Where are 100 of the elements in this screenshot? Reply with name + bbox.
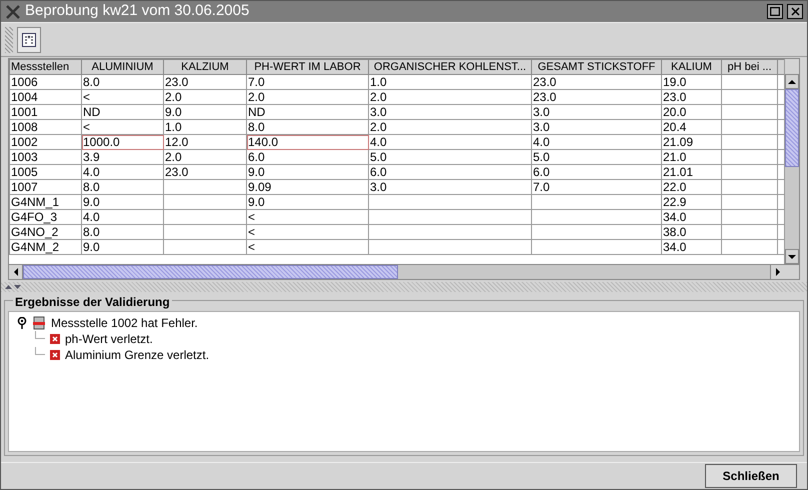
- table-cell: <: [246, 240, 368, 254]
- scrollbar-corner: [785, 59, 799, 74]
- table-cell: 6.0: [532, 164, 662, 180]
- table-cell: ND: [82, 104, 164, 120]
- table-cell: 3.0: [532, 120, 662, 134]
- close-icon: [790, 7, 800, 16]
- table-cell: 5.0: [532, 150, 662, 164]
- tree-item[interactable]: Aluminium Grenze verletzt.: [65, 346, 210, 364]
- table-cell: 7.0: [532, 180, 662, 194]
- empty-cell: [722, 104, 778, 120]
- table-cell: 4.0: [532, 134, 662, 150]
- error-cell: 140.0: [246, 134, 368, 150]
- vertical-scrollbar[interactable]: [784, 59, 799, 264]
- column-header[interactable]: KALZIUM: [164, 60, 246, 74]
- table-cell: 4.0: [82, 210, 164, 224]
- empty-cell: [722, 194, 778, 210]
- table-cell: 23.0: [164, 74, 246, 90]
- table-cell: G4NM_1: [10, 194, 82, 210]
- close-button[interactable]: [787, 4, 803, 19]
- document-icon: [32, 316, 46, 330]
- tree-item[interactable]: Messstelle 1002 hat Fehler.: [51, 314, 198, 332]
- table-cell: <: [246, 210, 368, 224]
- toolbar-grip[interactable]: [5, 26, 13, 52]
- error-icon: [50, 334, 60, 344]
- table-cell: 22.9: [662, 194, 722, 210]
- table-cell: 34.0: [662, 240, 722, 254]
- table-cell: 3.0: [368, 104, 532, 120]
- table-cell: 23.0: [662, 90, 722, 104]
- table-cell: 4.0: [368, 134, 532, 150]
- table-cell: 1008: [10, 120, 82, 134]
- table-cell: <: [82, 120, 164, 134]
- table-cell: 1005: [10, 164, 82, 180]
- table-cell: 8.0: [246, 120, 368, 134]
- table-cell: 1004: [10, 90, 82, 104]
- empty-cell: [722, 74, 778, 90]
- column-header[interactable]: Messstellen: [10, 60, 82, 74]
- table-cell: 21.0: [662, 150, 722, 164]
- table-cell: 1003: [10, 150, 82, 164]
- empty-cell: [722, 180, 778, 194]
- expanded-handle-icon[interactable]: [17, 317, 27, 329]
- scroll-right-button[interactable]: [770, 265, 784, 279]
- tree-item[interactable]: ph-Wert verletzt.: [65, 330, 153, 348]
- empty-cell: [722, 240, 778, 254]
- table-cell: G4FO_3: [10, 210, 82, 224]
- table-cell: 8.0: [82, 74, 164, 90]
- table-cell: 23.0: [532, 74, 662, 90]
- close-dialog-button[interactable]: Schließen: [705, 464, 797, 488]
- right-arrow-icon: [776, 268, 780, 276]
- table-cell: 9.0: [82, 240, 164, 254]
- table-cell: 9.0: [82, 194, 164, 210]
- scroll-thumb[interactable]: [23, 265, 398, 279]
- table-cell: 6.0: [246, 150, 368, 164]
- toolbar-button[interactable]: [17, 26, 41, 52]
- scroll-left-button[interactable]: [9, 265, 23, 279]
- table-cell: 9.0: [164, 104, 246, 120]
- table-cell: 6.0: [368, 164, 532, 180]
- maximize-icon: [770, 7, 780, 16]
- table-cell: 9.0: [246, 194, 368, 210]
- table-cell: 8.0: [82, 224, 164, 240]
- table-cell: 2.0: [164, 150, 246, 164]
- table-cell: 22.0: [662, 180, 722, 194]
- table-cell: <: [82, 90, 164, 104]
- table-cell: 23.0: [164, 164, 246, 180]
- scroll-down-button[interactable]: [785, 249, 799, 264]
- table-cell: 1001: [10, 104, 82, 120]
- table-cell: 34.0: [662, 210, 722, 224]
- table-cell: 2.0: [368, 90, 532, 104]
- column-header[interactable]: pH bei ...: [722, 60, 778, 74]
- empty-cell: [722, 90, 778, 104]
- table-cell: 7.0: [246, 74, 368, 90]
- table-cell: <: [246, 224, 368, 240]
- table-cell: 3.0: [368, 180, 532, 194]
- table-cell: 4.0: [82, 164, 164, 180]
- empty-cell: [722, 224, 778, 240]
- error-icon: [50, 350, 60, 360]
- table-cell: 20.4: [662, 120, 722, 134]
- column-header[interactable]: ALUMINIUM: [82, 60, 164, 74]
- column-header[interactable]: PH-WERT IM LABOR: [246, 60, 368, 74]
- scroll-up-button[interactable]: [785, 74, 799, 89]
- table-cell: 1002: [10, 134, 82, 150]
- collapse-up-icon: [5, 285, 12, 289]
- up-arrow-icon: [788, 80, 796, 84]
- table-cell: 23.0: [532, 90, 662, 104]
- table-cell: 2.0: [368, 120, 532, 134]
- down-arrow-icon: [788, 254, 796, 258]
- table-cell: 9.0: [246, 164, 368, 180]
- empty-cell: [722, 150, 778, 164]
- table-cell: 3.9: [82, 150, 164, 164]
- column-header[interactable]: GESAMT STICKSTOFF: [532, 60, 662, 74]
- scroll-thumb[interactable]: [785, 89, 799, 167]
- table-cell: 21.09: [662, 134, 722, 150]
- table-cell: 12.0: [164, 134, 246, 150]
- table-cell: 5.0: [368, 150, 532, 164]
- maximize-button[interactable]: [767, 4, 783, 19]
- empty-cell: [722, 210, 778, 224]
- column-header[interactable]: ORGANISCHER KOHLENST...: [368, 60, 532, 74]
- left-arrow-icon: [14, 268, 18, 276]
- table-cell: 20.0: [662, 104, 722, 120]
- table-cell: 3.0: [532, 104, 662, 120]
- column-header[interactable]: KALIUM: [662, 60, 722, 74]
